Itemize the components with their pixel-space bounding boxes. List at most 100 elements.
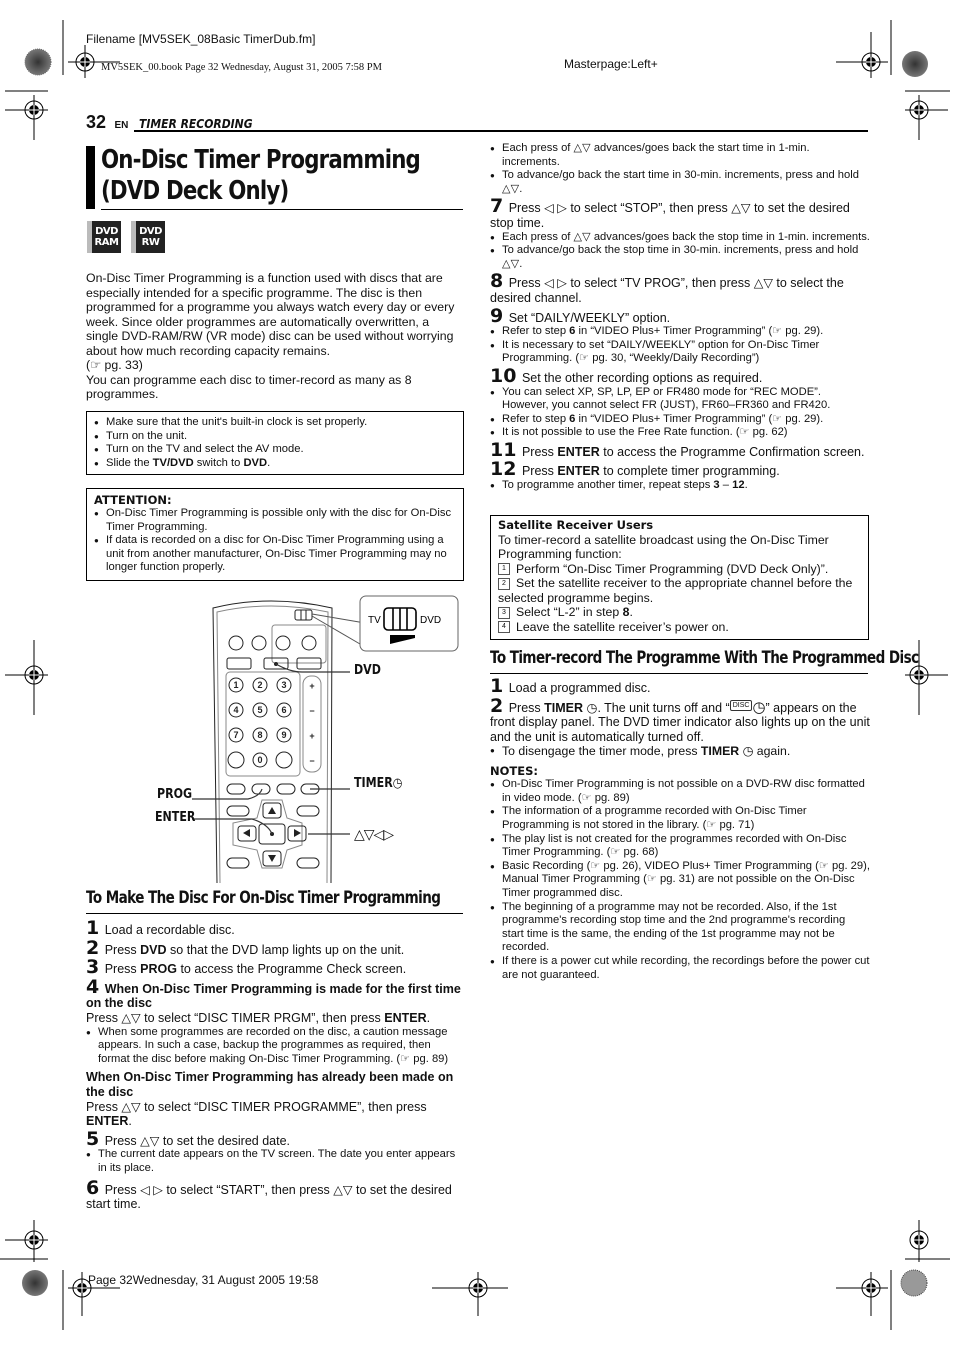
step-5: 5 Press △▽ to set the desired date. <box>86 1127 291 1150</box>
key-1: 1 <box>233 680 238 690</box>
callout-timer: TIMER◷ <box>354 776 403 791</box>
page-title: On-Disc Timer Programming (DVD Deck Only… <box>101 145 421 206</box>
key-0: 0 <box>257 755 262 765</box>
step-4-alt-instruction: Press △▽ to select “DISC TIMER PROGRAMME… <box>86 1099 427 1129</box>
intro-paragraph-2: You can programme each disc to timer-rec… <box>86 372 412 402</box>
step-6: 6 Press ◁ ▷ to select “START”, then pres… <box>86 1176 452 1212</box>
switch-dvd-label: DVD <box>420 615 441 626</box>
intro-reference: (☞ pg. 33) <box>86 358 143 372</box>
key-3: 3 <box>281 680 286 690</box>
remote-control-figure: 1 2 3 4 5 6 7 8 9 0 + − + − TV DVD DVD T… <box>150 588 470 884</box>
attention-item: On-Disc Timer Programming is possible on… <box>94 507 456 534</box>
step-10-note: It is not possible to use the Free Rate … <box>490 426 870 440</box>
key-8: 8 <box>257 730 262 740</box>
section1-steps: 1 Load a recordable disc. 2 Press DVD so… <box>86 918 464 1212</box>
step-4-note: When some programmes are recorded on the… <box>86 1026 464 1067</box>
step-1: 1 Load a recordable disc. <box>86 917 235 939</box>
step-10: 10 Set the other recording options as re… <box>490 364 763 387</box>
section-rule <box>86 913 463 914</box>
note-item: If there is a power cut while recording,… <box>490 955 870 982</box>
switch-tv-label: TV <box>368 615 381 626</box>
step-1: 1 Load a programmed disc. <box>490 675 651 697</box>
step-9-note: It is necessary to set “DAILY/WEEKLY” op… <box>490 339 870 366</box>
step-9: 9 Set “DAILY/WEEKLY” option. <box>490 304 671 327</box>
svg-text:+: + <box>309 731 314 741</box>
clock-icon: ◷ <box>392 776 403 791</box>
key-2: 2 <box>257 680 262 690</box>
key-5: 5 <box>257 705 262 715</box>
dvd-ram-badge: DVD RAM <box>87 221 121 253</box>
satellite-item: 1 Perform “On-Disc Timer Programming (DVD… <box>498 562 861 577</box>
title-rule <box>101 209 463 210</box>
prep-item: Turn on the unit. <box>94 430 456 444</box>
disc-timer-indicator-icon: DISC <box>729 699 753 711</box>
step-8: 8 Press ◁ ▷ to select “TV PROG”, then pr… <box>490 270 844 305</box>
step-11: 11 Press ENTER to access the Programme C… <box>490 438 865 461</box>
step-2: 2 Press TIMER ◷. The unit turns off and … <box>490 694 870 744</box>
clock-icon: ◷ <box>752 698 766 716</box>
section-rule <box>490 673 868 674</box>
step-10-note: You can select XP, SP, LP, EP or FR480 m… <box>490 386 870 413</box>
key-7: 7 <box>233 730 238 740</box>
notes-title: NOTES: <box>490 763 538 778</box>
callout-dvd: DVD <box>354 663 381 678</box>
filename-mark: Filename [MV5SEK_08Basic TimerDub.fm] <box>86 32 316 46</box>
section2-steps: 1 Load a programmed disc. 2 Press TIMER … <box>490 676 870 982</box>
remote-control-illustration: 1 2 3 4 5 6 7 8 9 0 + − + − TV DVD <box>192 595 459 884</box>
step-9-note: Refer to step 6 in “VIDEO Plus+ Timer Pr… <box>490 325 870 339</box>
right-column-steps: Each press of △▽ advances/goes back the … <box>490 142 870 493</box>
key-4: 4 <box>233 705 238 715</box>
section-heading-make-disc: To Make The Disc For On-Disc Timer Progr… <box>86 888 441 907</box>
step-2-note: To disengage the timer mode, press TIMER… <box>490 744 870 759</box>
footer-mark: Page 32Wednesday, 31 August 2005 19:58 <box>88 1273 319 1287</box>
key-9: 9 <box>281 730 286 740</box>
section-heading-timer-record: To Timer-record The Programme With The P… <box>490 648 919 667</box>
note-item: The play list is not created for the pro… <box>490 833 870 860</box>
note-item: On-Disc Timer Programming is not possibl… <box>490 778 870 805</box>
prep-item: Turn on the TV and select the AV mode. <box>94 443 456 457</box>
step-12-note: To programme another timer, repeat steps… <box>490 479 870 493</box>
svg-text:−: − <box>309 706 314 716</box>
callout-arrows-icon: △▽◁▷ <box>354 826 394 842</box>
note-item: The information of a programme recorded … <box>490 805 870 832</box>
attention-item: If data is recorded on a disc for On-Dis… <box>94 534 456 575</box>
dvd-rw-badge: DVD RW <box>131 221 165 253</box>
section-label: TIMER RECORDING <box>138 117 253 131</box>
intro-paragraph: On-Disc Timer Programming is a function … <box>86 271 455 358</box>
step-6-note: To advance/go back the start time in 30-… <box>490 169 870 196</box>
clock-icon: ◷ <box>586 700 598 715</box>
step-4: 4 When On-Disc Timer Programming is made… <box>86 975 461 1011</box>
language-label: EN <box>114 120 129 131</box>
key-6: 6 <box>281 705 286 715</box>
step-4-instruction: Press △▽ to select “DISC TIMER PRGM”, th… <box>86 1010 431 1025</box>
step-3: 3 Press PROG to access the Programme Che… <box>86 956 407 979</box>
attention-title: ATTENTION: <box>94 493 172 507</box>
step-4-alt-heading: When On-Disc Timer Programming has alrea… <box>86 1070 454 1099</box>
satellite-item: 4 Leave the satellite receiver’s power on… <box>498 620 861 635</box>
note-item: Basic Recording (☞ pg. 26), VIDEO Plus+ … <box>490 860 870 901</box>
title-bar-accent <box>86 146 95 209</box>
satellite-box-intro: To timer-record a satellite broadcast us… <box>498 532 829 562</box>
preparation-box: Make sure that the unit's built-in clock… <box>86 411 464 475</box>
attention-box: ATTENTION: On-Disc Timer Programming is … <box>86 488 464 581</box>
prep-item: Make sure that the unit's built-in clock… <box>94 416 456 430</box>
step-2: 2 Press DVD so that the DVD lamp lights … <box>86 936 405 959</box>
step-7-note: Each press of △▽ advances/goes back the … <box>490 231 870 245</box>
satellite-receiver-box: Satellite Receiver Users To timer-record… <box>490 515 869 640</box>
page-number: 32 <box>86 112 107 132</box>
svg-text:+: + <box>309 681 314 691</box>
step-10-note: Refer to step 6 in “VIDEO Plus+ Timer Pr… <box>490 413 870 427</box>
satellite-item: 3 Select “L-2” in step 8. <box>498 605 861 620</box>
svg-text:−: − <box>309 756 314 766</box>
prep-item: Slide the TV/DVD switch to DVD. <box>94 457 456 471</box>
satellite-item: 2 Set the satellite receiver to the appro… <box>498 576 853 605</box>
step-6-note: Each press of △▽ advances/goes back the … <box>490 142 870 169</box>
step-7-note: To advance/go back the stop time in 30-m… <box>490 244 870 271</box>
callout-prog: PROG <box>157 787 193 802</box>
step-5-note: The current date appears on the TV scree… <box>86 1148 464 1175</box>
callout-enter: ENTER <box>155 810 196 825</box>
masterpage-mark: Masterpage:Left+ <box>564 57 658 71</box>
step-12: 12 Press ENTER to complete timer program… <box>490 458 780 481</box>
step-7: 7 Press ◁ ▷ to select “STOP”, then press… <box>490 195 850 230</box>
clock-icon: ◷ <box>742 744 754 759</box>
